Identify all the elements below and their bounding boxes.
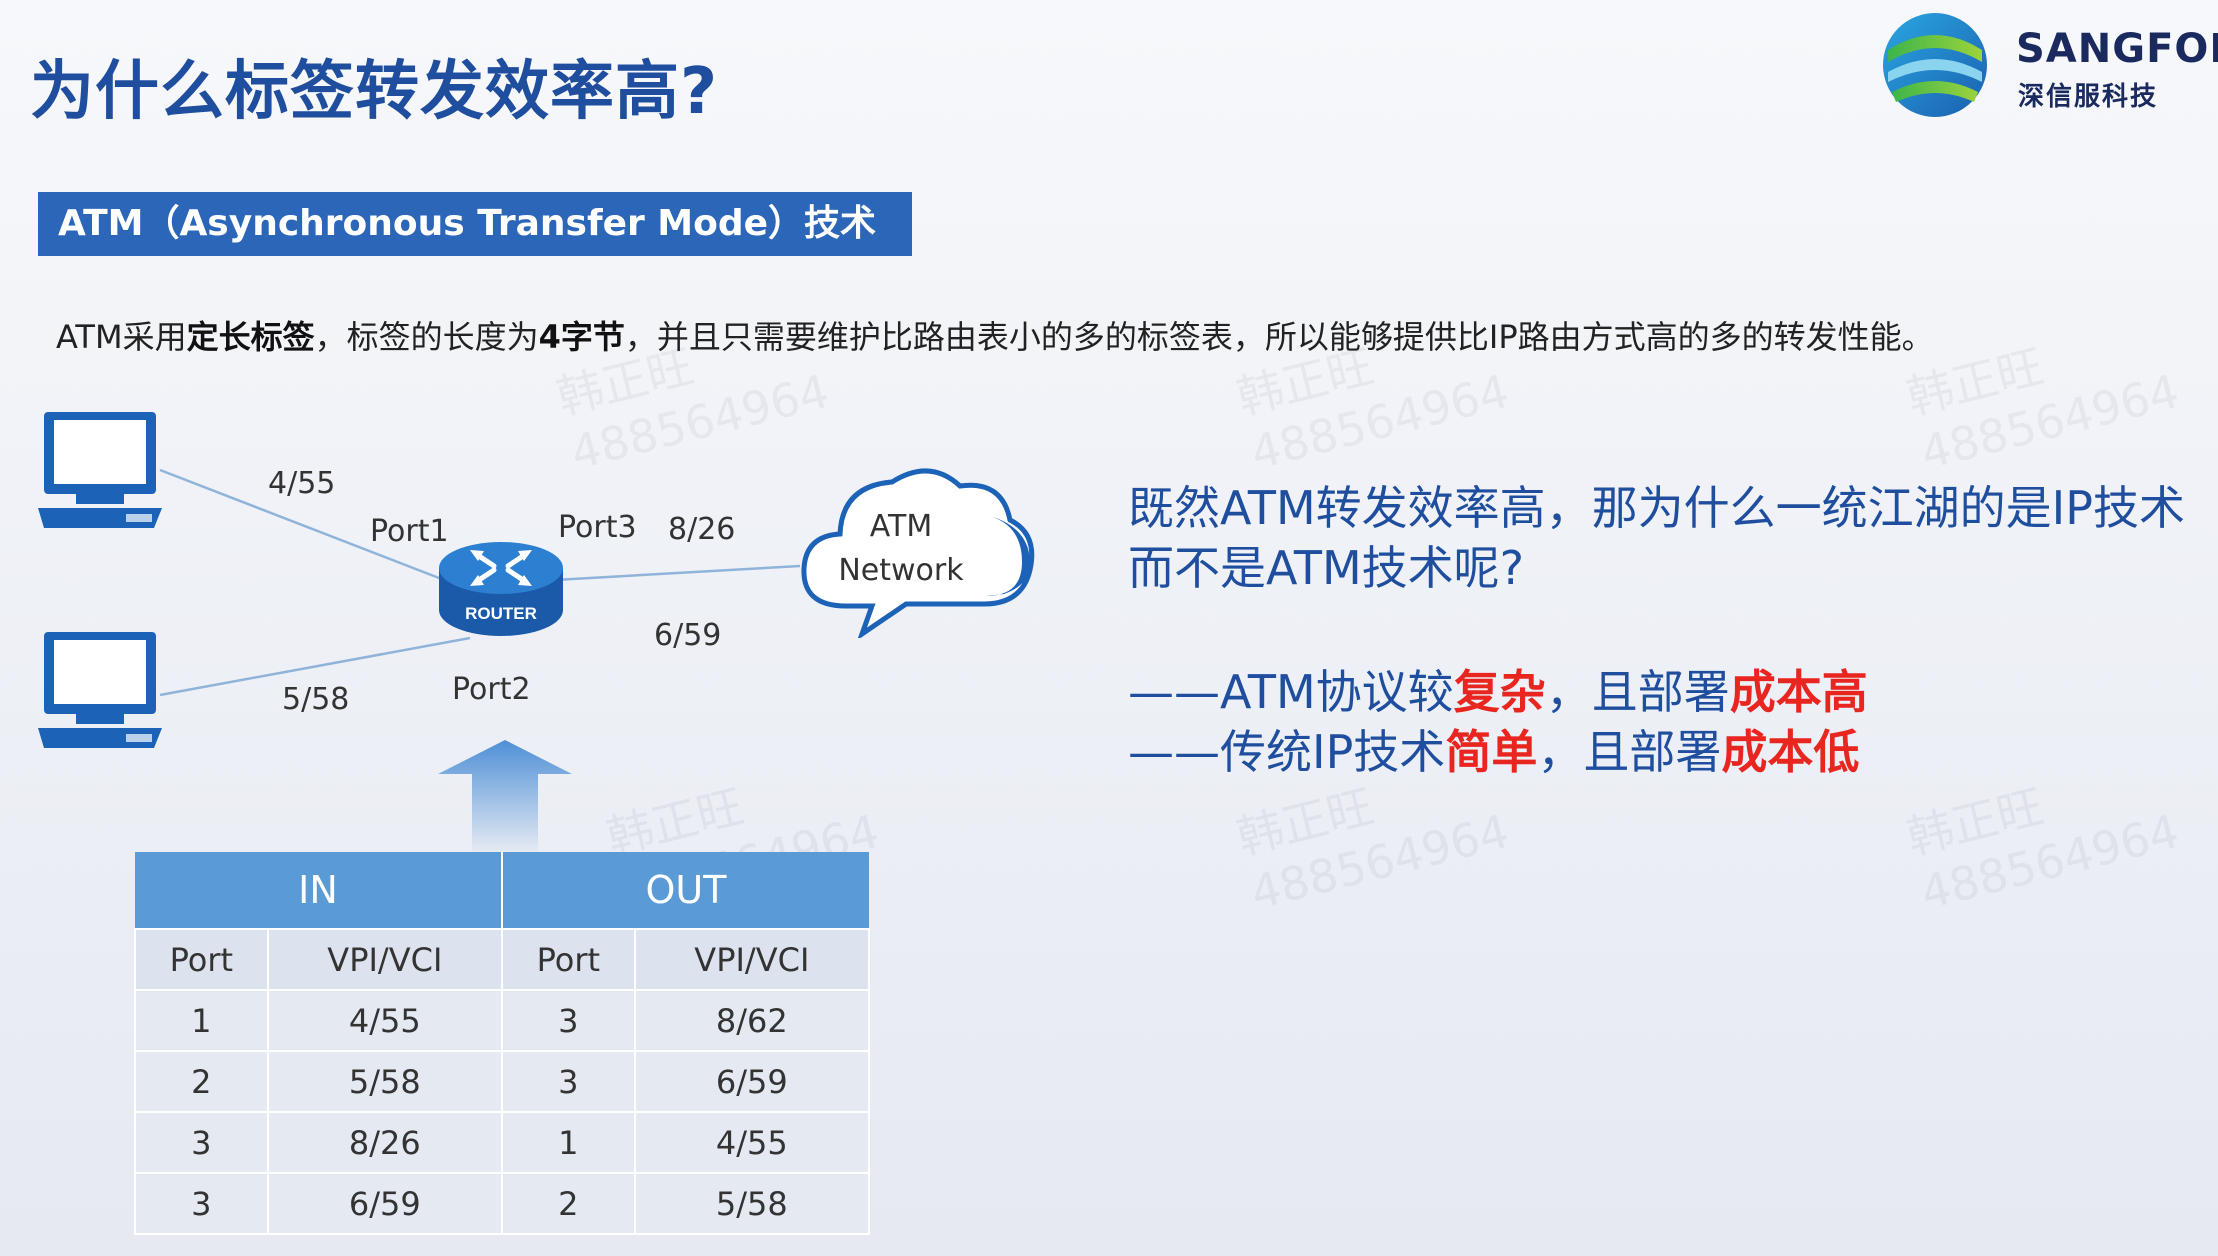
table-subheader: Port <box>134 928 269 991</box>
description-bold: 4字节 <box>538 318 625 356</box>
table-cell: 5/58 <box>633 1172 871 1235</box>
point-emphasis: 简单 <box>1445 725 1538 779</box>
watermark: 韩正旺488564964 <box>1901 338 2185 481</box>
table-cell: 6/59 <box>633 1050 871 1113</box>
description-text: ，标签的长度为 <box>314 318 539 356</box>
table-row: 2 5/58 3 6/59 <box>134 1050 871 1113</box>
table-subheader: VPI/VCI <box>633 928 871 991</box>
cloud-text-line2: Network <box>838 553 964 588</box>
label-vpi-8-26: 8/26 <box>668 512 736 547</box>
table-cell: 6/59 <box>266 1172 503 1235</box>
sangfor-logo: SANGFOR 深信服科技 <box>1880 10 2218 120</box>
table-cell: 8/26 <box>266 1111 503 1174</box>
table-row: 3 6/59 2 5/58 <box>134 1172 871 1235</box>
slide-title: 为什么标签转发效率高? <box>30 55 719 129</box>
table-row: 3 8/26 1 4/55 <box>134 1111 871 1174</box>
section-banner: ATM（Asynchronous Transfer Mode）技术 <box>38 192 912 256</box>
router-label: ROUTER <box>465 604 537 623</box>
table-cell: 1 <box>134 989 269 1052</box>
router-icon: ROUTER <box>439 542 563 636</box>
table-cell: 1 <box>500 1111 636 1174</box>
arrow-up-icon <box>438 740 572 856</box>
table-cell: 3 <box>500 1050 636 1113</box>
table-cell: 4/55 <box>266 989 503 1052</box>
label-vpi-4-55: 4/55 <box>268 466 336 501</box>
table-header-in: IN <box>135 852 503 929</box>
table-cell: 3 <box>134 1111 269 1174</box>
label-mapping-table: IN OUT Port VPI/VCI Port VPI/VCI 1 4/55 … <box>134 852 871 1235</box>
label-port3: Port3 <box>558 510 637 545</box>
point-ip: ——传统IP技术简单，且部署成本低 <box>1128 716 1859 782</box>
description-text: ，并且只需要维护比路由表小的多的标签表，所以能够提供比IP路由方式高的多的转发性… <box>624 318 1934 356</box>
table-cell: 5/58 <box>266 1050 503 1113</box>
table-cell: 3 <box>500 989 636 1052</box>
sangfor-globe-icon <box>1883 13 1987 117</box>
description-bold: 定长标签 <box>186 318 315 356</box>
table-subheader-row: Port VPI/VCI Port VPI/VCI <box>134 928 871 991</box>
computer-icon <box>38 632 162 748</box>
description-text: ATM采用 <box>56 318 187 356</box>
table-cell: 3 <box>134 1172 269 1235</box>
cloud-text-line1: ATM <box>870 509 932 544</box>
label-port1: Port1 <box>370 514 449 549</box>
label-port2: Port2 <box>452 672 531 707</box>
table-cell: 4/55 <box>633 1111 871 1174</box>
label-vpi-6-59: 6/59 <box>654 618 722 653</box>
logo-brand-sub: 深信服科技 <box>2018 82 2159 112</box>
atm-diagram: ROUTER ATM Network 4/55 Port1 Port3 8/26… <box>0 380 1100 860</box>
description: ATM采用定长标签，标签的长度为4字节，并且只需要维护比路由表小的多的标签表，所… <box>56 312 1934 358</box>
point-emphasis: 复杂 <box>1453 665 1546 719</box>
table-cell: 8/62 <box>633 989 871 1052</box>
table-cell: 2 <box>134 1050 269 1113</box>
point-atm: ——ATM协议较复杂，且部署成本高 <box>1128 656 1868 722</box>
table-cell: 2 <box>500 1172 636 1235</box>
point-text: ，且部署 <box>1545 665 1730 719</box>
table-subheader: Port <box>500 928 636 991</box>
point-emphasis: 成本低 <box>1721 725 1860 779</box>
label-vpi-5-58: 5/58 <box>282 682 350 717</box>
computer-icon <box>38 412 162 528</box>
table-header-out: OUT <box>501 852 869 929</box>
table-row: 1 4/55 3 8/62 <box>134 989 871 1052</box>
logo-brand: SANGFOR <box>2016 26 2218 72</box>
point-text: ——传统IP技术 <box>1128 725 1446 779</box>
point-emphasis: 成本高 <box>1729 665 1868 719</box>
table-header-row: IN OUT <box>135 852 869 929</box>
question-text: 既然ATM转发效率高，那为什么一统江湖的是IP技术而不是ATM技术呢? <box>1128 481 2185 595</box>
cloud-icon: ATM Network <box>801 468 1035 638</box>
point-text: ，且部署 <box>1537 725 1722 779</box>
watermark: 韩正旺488564964 <box>1901 778 2185 921</box>
point-text: ——ATM协议较 <box>1128 665 1454 719</box>
link-router-cloud <box>554 564 801 582</box>
table-subheader: VPI/VCI <box>266 928 503 991</box>
